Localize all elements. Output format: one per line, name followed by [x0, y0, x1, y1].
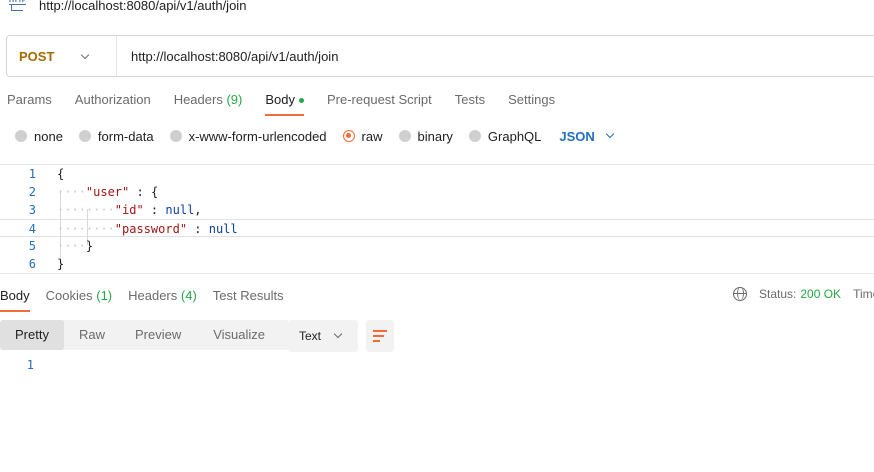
body-format-label: JSON: [559, 128, 595, 144]
method-select[interactable]: POST: [7, 36, 117, 76]
tab-headers[interactable]: Headers (9): [174, 88, 243, 116]
method-label: POST: [19, 48, 55, 64]
view-visualize[interactable]: Visualize: [196, 320, 289, 350]
response-tab-cookies-label: Cookies: [45, 288, 93, 303]
window-title-bar: HTTP http://localhost:8080/api/v1/auth/j…: [8, 0, 246, 16]
body-option-urlencoded[interactable]: x-www-form-urlencoded: [169, 128, 327, 144]
time-label[interactable]: Time: [853, 287, 874, 301]
wrap-lines-icon: [373, 335, 384, 337]
url-input[interactable]: [131, 48, 831, 64]
headers-count: (9): [226, 92, 243, 107]
tab-body-label: Body: [265, 92, 295, 107]
http-icon: HTTP: [8, 0, 30, 15]
tab-authorization[interactable]: Authorization: [75, 88, 151, 116]
code-text: ········"id" : null,: [57, 203, 202, 217]
view-pretty[interactable]: Pretty: [0, 320, 64, 350]
response-tab-cookies[interactable]: Cookies (1): [46, 286, 112, 310]
window-title: http://localhost:8080/api/v1/auth/join: [39, 0, 247, 13]
wrap-lines-button[interactable]: [366, 320, 394, 352]
cookies-count: (1): [96, 288, 113, 303]
line-number: 4: [28, 222, 36, 236]
body-option-graphql-label: GraphQL: [487, 128, 542, 144]
body-option-none-label: none: [34, 128, 63, 144]
chevron-down-icon: [605, 129, 615, 139]
radio-icon: [468, 130, 481, 142]
request-tabs: Params Authorization Headers (9) Body Pr…: [7, 88, 578, 116]
response-type-label: Text: [299, 329, 322, 343]
tab-body[interactable]: Body: [265, 88, 304, 116]
body-option-graphql[interactable]: GraphQL: [468, 128, 542, 144]
line-number: 3: [28, 203, 36, 217]
globe-icon[interactable]: [733, 287, 747, 301]
response-tab-test-results[interactable]: Test Results: [213, 286, 284, 310]
radio-icon: [169, 130, 182, 142]
body-active-dot-icon: [298, 98, 304, 104]
code-line: 6 }: [0, 255, 874, 273]
radio-icon: [78, 130, 91, 142]
status-value[interactable]: 200 OK: [800, 287, 841, 301]
response-tab-body[interactable]: Body: [0, 286, 30, 312]
body-format-select[interactable]: JSON: [559, 128, 615, 144]
code-text: {: [57, 167, 65, 181]
response-tab-headers-label: Headers: [128, 288, 178, 303]
body-option-form-data-label: form-data: [97, 128, 154, 144]
code-text: ········"password" : null: [57, 222, 238, 236]
response-type-select[interactable]: Text: [288, 320, 358, 352]
code-text: }: [57, 257, 65, 271]
line-number: 6: [28, 257, 36, 271]
body-option-raw-label: raw: [361, 128, 383, 144]
tab-pre-request-script[interactable]: Pre-request Script: [327, 88, 432, 116]
tab-params[interactable]: Params: [7, 88, 52, 116]
line-number: 5: [28, 239, 36, 253]
response-view-toggle: Pretty Raw Preview Visualize: [0, 320, 290, 350]
line-number: 1: [28, 167, 36, 181]
response-status: Status: 200 OK Time: [733, 287, 874, 301]
tab-settings[interactable]: Settings: [508, 88, 555, 116]
radio-selected-icon: [342, 130, 355, 142]
body-option-urlencoded-label: x-www-form-urlencoded: [188, 128, 327, 144]
code-line: 2 ····"user" : {: [0, 183, 874, 201]
view-preview[interactable]: Preview: [120, 320, 196, 350]
chevron-down-icon: [333, 329, 343, 339]
code-line: 5 ····}: [0, 237, 874, 255]
response-headers-count: (4): [180, 288, 197, 303]
body-option-raw[interactable]: raw: [342, 128, 383, 144]
line-number: 1: [26, 358, 34, 372]
body-option-form-data[interactable]: form-data: [78, 128, 154, 144]
code-line: 1 {: [0, 165, 874, 183]
body-option-binary[interactable]: binary: [398, 128, 453, 144]
code-text: ····"user" : {: [57, 185, 159, 199]
radio-icon: [15, 130, 27, 142]
response-tab-headers[interactable]: Headers (4): [128, 286, 197, 310]
wrap-lines-icon: [373, 340, 380, 342]
status-label: Status:: [759, 287, 797, 301]
code-line-current: 4 ········"password" : null: [0, 219, 874, 237]
request-body-editor[interactable]: 1 { 2 ····"user" : { 3 ········"id" : nu…: [0, 164, 874, 274]
code-line: 3 ········"id" : null,: [0, 201, 874, 219]
tab-tests[interactable]: Tests: [455, 88, 485, 116]
code-text: ····}: [57, 239, 94, 253]
body-type-options: none form-data x-www-form-urlencoded raw…: [15, 127, 615, 145]
request-url-bar: POST: [6, 35, 874, 77]
view-raw[interactable]: Raw: [64, 320, 120, 350]
body-option-none[interactable]: none: [15, 129, 63, 144]
chevron-down-icon: [81, 50, 90, 59]
line-number: 2: [28, 185, 36, 199]
body-option-binary-label: binary: [417, 128, 453, 144]
radio-icon: [398, 130, 411, 142]
wrap-lines-icon: [373, 330, 387, 332]
response-tabs: Body Cookies (1) Headers (4) Test Result…: [0, 286, 300, 312]
tab-headers-label: Headers: [173, 92, 223, 107]
